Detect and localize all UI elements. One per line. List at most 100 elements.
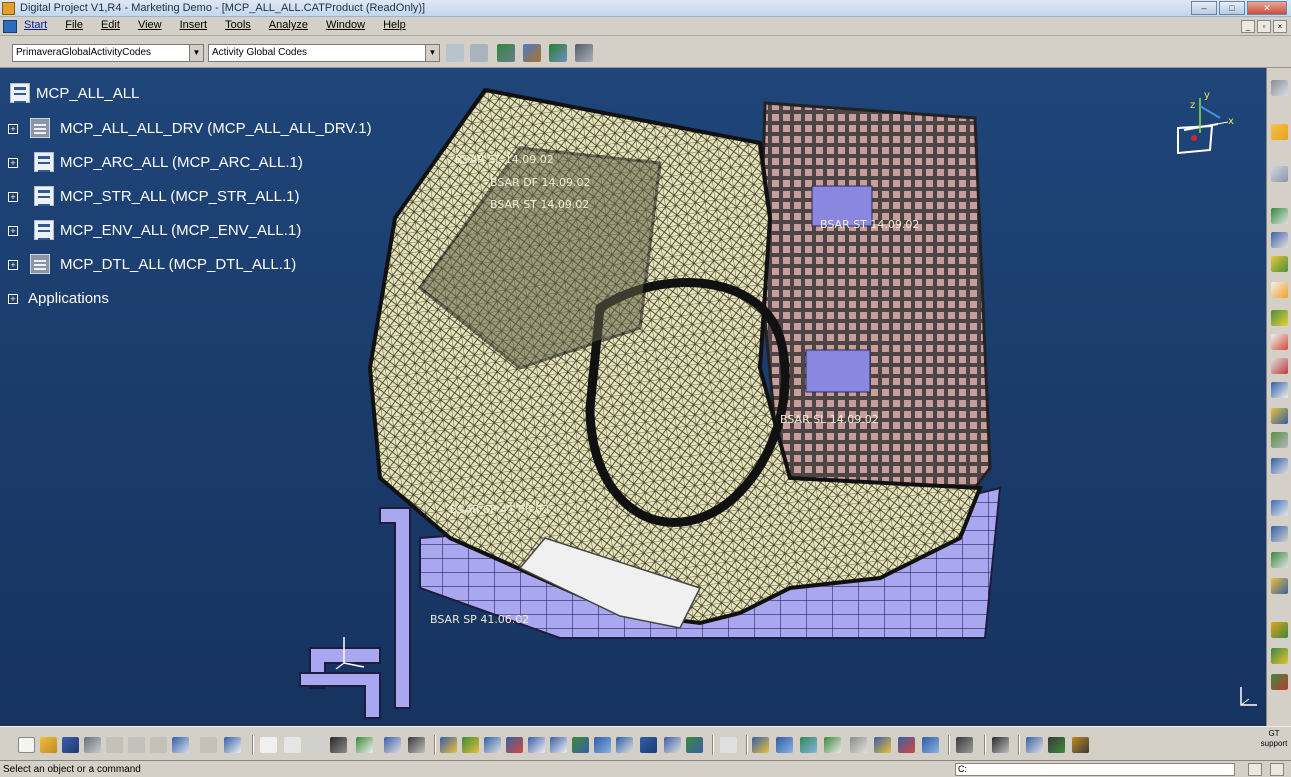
menu-edit[interactable]: Edit [101, 19, 120, 31]
replace-component-icon[interactable] [1271, 334, 1288, 350]
existing-component-icon[interactable] [1271, 310, 1288, 326]
comment-icon[interactable] [284, 737, 301, 753]
expand-icon[interactable]: + [8, 192, 18, 202]
activity-code-type-select[interactable]: PrimaveraGlobalActivityCodes ▼ [12, 44, 204, 62]
expand-icon[interactable]: + [8, 294, 18, 304]
activity-code-select[interactable]: Activity Global Codes ▼ [208, 44, 440, 62]
help-button[interactable] [1270, 763, 1284, 776]
menu-tools[interactable]: Tools [225, 19, 251, 31]
distance-icon[interactable] [1026, 737, 1043, 753]
manage-representations-icon[interactable] [1271, 432, 1288, 448]
close-button[interactable]: ✕ [1247, 1, 1287, 15]
paste-icon[interactable] [150, 737, 167, 753]
explode-icon[interactable] [1271, 552, 1288, 568]
selective-load-icon[interactable] [1271, 408, 1288, 424]
fit-all-icon[interactable] [462, 737, 479, 753]
zoom-out-icon[interactable] [550, 737, 567, 753]
tree-node-label[interactable]: MCP_DTL_ALL (MCP_DTL_ALL.1) [60, 254, 296, 276]
tree-expand-icon[interactable] [1271, 208, 1288, 224]
codes-icon-4[interactable] [523, 44, 541, 62]
snap-icon[interactable] [1271, 526, 1288, 542]
expand-icon[interactable]: + [8, 226, 18, 236]
offset-constraint-icon[interactable] [1271, 674, 1288, 690]
lock-icon[interactable] [1072, 737, 1089, 753]
maximize-button[interactable]: □ [1219, 1, 1245, 15]
multi-view-icon[interactable] [594, 737, 611, 753]
menu-start[interactable]: Start [24, 19, 47, 31]
menu-analyze[interactable]: Analyze [269, 19, 308, 31]
coincidence-constraint-icon[interactable] [1271, 622, 1288, 638]
minimize-button[interactable]: – [1191, 1, 1217, 15]
gt-support-button[interactable]: GT support [1259, 729, 1289, 749]
formula-icon[interactable] [260, 737, 277, 753]
whats-this-icon[interactable] [224, 737, 241, 753]
print-icon[interactable] [84, 737, 101, 753]
normal-view-icon[interactable] [572, 737, 589, 753]
select-trap-icon[interactable] [1271, 166, 1288, 182]
redo-icon[interactable] [200, 737, 217, 753]
iso-view-icon[interactable] [616, 737, 633, 753]
fly-mode-icon[interactable] [440, 737, 457, 753]
cut-icon[interactable] [106, 737, 123, 753]
start-icon[interactable] [3, 20, 17, 33]
menu-insert[interactable]: Insert [180, 19, 208, 31]
settings-icon[interactable] [850, 737, 867, 753]
material-icon[interactable] [874, 737, 891, 753]
tree-node-label[interactable]: MCP_STR_ALL (MCP_STR_ALL.1) [60, 186, 300, 208]
expand-icon[interactable]: + [8, 158, 18, 168]
save-icon[interactable] [62, 737, 79, 753]
macro-icon[interactable] [408, 737, 425, 753]
table-icon[interactable] [330, 737, 347, 753]
sectioning-icon[interactable] [898, 737, 915, 753]
tree-node-label[interactable]: MCP_ALL_ALL_DRV (MCP_ALL_ALL_DRV.1) [60, 118, 372, 140]
codes-icon-5[interactable] [549, 44, 567, 62]
inertia-icon[interactable] [1048, 737, 1065, 753]
light-icon[interactable] [306, 737, 323, 753]
command-history-button[interactable] [1248, 763, 1262, 776]
tree-node-label[interactable]: MCP_ENV_ALL (MCP_ENV_ALL.1) [60, 220, 301, 242]
doc-minimize-button[interactable]: _ [1241, 20, 1255, 33]
manipulation-icon[interactable] [1271, 500, 1288, 516]
menu-view[interactable]: View [138, 19, 162, 31]
contact-constraint-icon[interactable] [1271, 648, 1288, 664]
new-icon[interactable] [18, 737, 35, 753]
3d-viewport[interactable]: BSAR SL 14.09.02 BSAR DF 14.09.02 BSAR S… [0, 68, 1266, 726]
open-icon[interactable] [40, 737, 57, 753]
swap-space-icon[interactable] [686, 737, 703, 753]
codes-icon-2[interactable] [470, 44, 488, 62]
clash-icon[interactable] [922, 737, 939, 753]
doc-restore-button[interactable]: ▫ [1257, 20, 1271, 33]
expand-icon[interactable]: + [8, 124, 18, 134]
shape-icon[interactable] [800, 737, 817, 753]
doc-close-button[interactable]: × [1273, 20, 1287, 33]
hide-show-icon[interactable] [664, 737, 681, 753]
catalog-browser-icon[interactable] [956, 737, 973, 753]
zoom-in-icon[interactable] [528, 737, 545, 753]
annotation-icon[interactable] [824, 737, 841, 753]
new-component-icon[interactable] [1271, 232, 1288, 248]
tree-node-label[interactable]: Applications [28, 288, 109, 310]
stop-manipulate-icon[interactable] [1271, 578, 1288, 594]
tree-root-label[interactable]: MCP_ALL_ALL [36, 83, 139, 105]
tree-node-label[interactable]: MCP_ARC_ALL (MCP_ARC_ALL.1) [60, 152, 303, 174]
catalog-icon[interactable] [384, 737, 401, 753]
pan-icon[interactable] [484, 737, 501, 753]
new-product-icon[interactable] [1271, 256, 1288, 272]
new-part-icon[interactable] [1271, 282, 1288, 298]
menu-file[interactable]: File [65, 19, 83, 31]
codes-icon-1[interactable] [446, 44, 464, 62]
tools-palette-icon[interactable] [992, 737, 1009, 753]
gear-icon[interactable] [1271, 80, 1288, 96]
undo-icon[interactable] [172, 737, 189, 753]
measure-icon[interactable] [752, 737, 769, 753]
expand-icon[interactable]: + [8, 260, 18, 270]
help-icon[interactable] [720, 737, 737, 753]
box-icon[interactable] [776, 737, 793, 753]
chevron-down-icon[interactable]: ▼ [189, 45, 203, 61]
copy-icon[interactable] [128, 737, 145, 753]
knowledge-icon[interactable] [356, 737, 373, 753]
graph-tree-icon[interactable] [1271, 358, 1288, 374]
menu-help[interactable]: Help [383, 19, 406, 31]
codes-icon-6[interactable] [575, 44, 593, 62]
select-cursor-icon[interactable] [1271, 124, 1288, 140]
